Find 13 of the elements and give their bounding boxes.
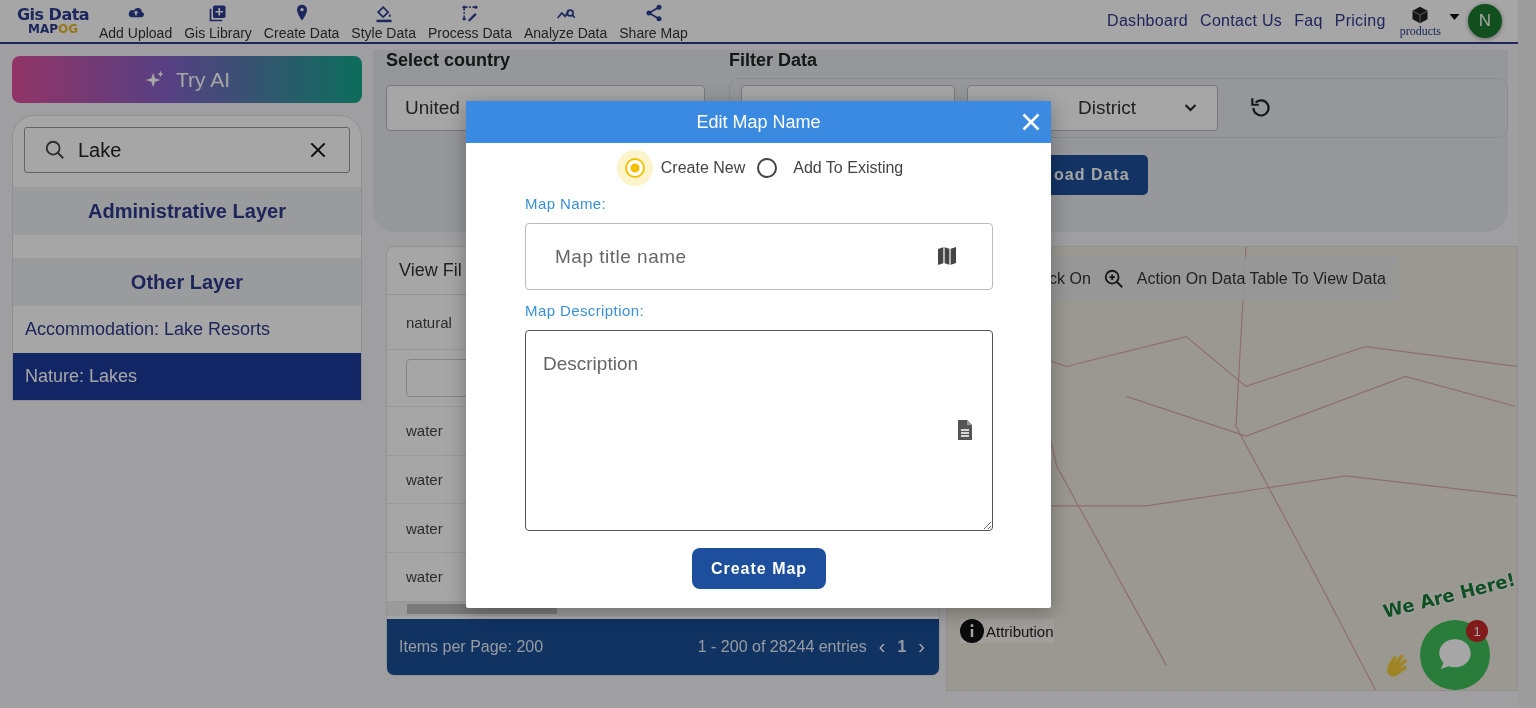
chat-greeting-text: We Are Here! [1381, 568, 1518, 622]
entries-count: 1 - 200 of 28244 entries [697, 637, 867, 656]
field-label: Map Description: [525, 302, 645, 321]
logo-title: Gis Data [16, 7, 90, 23]
field-label: Filter Data [729, 50, 819, 72]
logo-subtitle: MAPOG [27, 23, 79, 35]
dialog-title: Edit Map Name [696, 111, 821, 133]
layer-section-header: Other Layer [13, 258, 361, 306]
layer-section-header: Administrative Layer [13, 187, 361, 235]
items-per-page: Items per Page: 200 [399, 637, 544, 656]
field-label: Select country [386, 50, 512, 72]
field-label: Map Name: [525, 195, 608, 214]
hint-text: Action On Data Table To View Data [1136, 270, 1386, 288]
